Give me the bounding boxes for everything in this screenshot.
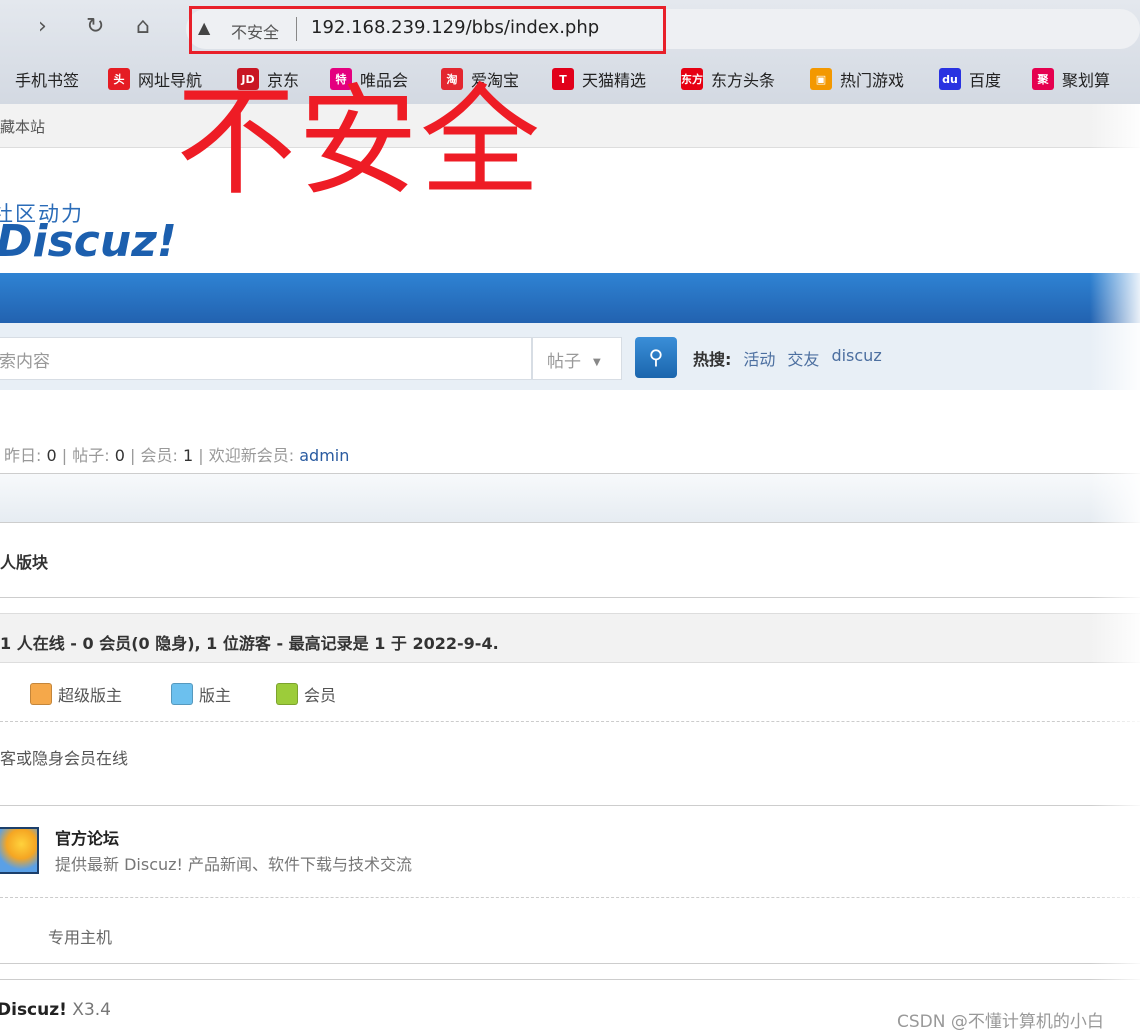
hao-icon: 头 xyxy=(108,68,130,90)
online-empty: 客或隐身会员在线 xyxy=(0,749,129,768)
divider xyxy=(0,522,1140,523)
forum-logo-icon[interactable] xyxy=(0,827,39,874)
footer-powered: Discuz! X3.4 xyxy=(0,1000,111,1020)
site-topbar xyxy=(0,104,1140,148)
bookmark-label: 热门游戏 xyxy=(840,71,905,90)
divider xyxy=(0,963,1140,964)
bookmark-label: 天猫精选 xyxy=(582,71,647,90)
bookmark-label: 手机书签 xyxy=(15,71,80,90)
bookmark-label: 聚划算 xyxy=(1062,71,1111,90)
juhuasuan-icon: 聚 xyxy=(1032,68,1054,90)
bookmark-label: 东方头条 xyxy=(711,71,776,90)
search-input[interactable]: 索内容 xyxy=(0,337,532,380)
forum-title[interactable]: 官方论坛 xyxy=(55,825,119,849)
bookmark-game[interactable]: ▣ 热门游戏 xyxy=(810,67,904,91)
search-button[interactable]: ⚲ xyxy=(635,337,677,378)
chevron-down-icon: ▼ xyxy=(593,356,601,368)
dftt-icon: 东方 xyxy=(681,68,703,90)
user-icon xyxy=(171,683,193,705)
edge-fade xyxy=(1090,104,1140,1036)
bookmark-juhuasuan[interactable]: 聚聚划算 xyxy=(1032,67,1110,91)
online-summary: 1 人在线 - 0 会员(0 隐身), 1 位游客 - 最高记录是 1 于 20… xyxy=(0,634,499,653)
forum-desc: 提供最新 Discuz! 产品新闻、软件下载与技术交流 xyxy=(55,855,413,874)
annotation-text: 不安全 xyxy=(176,73,542,212)
search-type-select[interactable]: 帖子 ▼ xyxy=(532,337,622,380)
divider xyxy=(0,721,1140,722)
bookmark-baidu[interactable]: du 百度 xyxy=(939,67,1001,91)
newest-member-link[interactable]: admin xyxy=(299,446,349,465)
bookmark-mobile[interactable]: 手机书签 xyxy=(15,67,79,91)
search-icon: ⚲ xyxy=(648,345,664,369)
hot-label: 热搜: xyxy=(693,350,732,369)
search-type-value: 帖子 xyxy=(547,352,581,372)
annotation-box xyxy=(189,6,666,54)
forum-link[interactable]: 专用主机 xyxy=(48,924,112,948)
bookmark-label: 百度 xyxy=(969,71,1002,90)
user-icon xyxy=(30,683,52,705)
category-title[interactable]: 人版块 xyxy=(0,549,48,573)
legend-member: 会员 xyxy=(276,682,336,706)
home-button[interactable]: ⌂ xyxy=(136,14,150,39)
watermark: CSDN @不懂计算机的小白 xyxy=(897,1012,1104,1032)
favorite-link[interactable]: 藏本站 xyxy=(0,116,45,137)
divider xyxy=(0,805,1140,806)
stat-value: 1 xyxy=(183,446,194,465)
legend-label: 版主 xyxy=(199,686,232,705)
logo[interactable]: Discuz! xyxy=(0,216,177,267)
divider xyxy=(0,597,1140,598)
divider xyxy=(0,897,1140,898)
stat-value: 0 xyxy=(114,446,125,465)
bookmark-dftt[interactable]: 东方 东方头条 xyxy=(681,67,775,91)
hot-search: 热搜: 活动 交友 discuz xyxy=(693,346,882,370)
legend-moderator: 版主 xyxy=(171,682,231,706)
hot-link[interactable]: discuz xyxy=(831,346,881,370)
stat-label: 昨日: xyxy=(4,446,42,465)
forward-button[interactable]: › xyxy=(38,14,47,39)
stat-label: 帖子: xyxy=(72,446,110,465)
footer-brand[interactable]: Discuz! xyxy=(0,1000,67,1020)
baidu-icon: du xyxy=(939,68,961,90)
legend-super-moderator: 超级版主 xyxy=(30,682,122,706)
tmall-icon: T xyxy=(552,68,574,90)
site-stats: 昨日: 0 | 帖子: 0 | 会员: 1 | 欢迎新会员: admin xyxy=(4,446,350,465)
hot-link[interactable]: 活动 xyxy=(743,346,775,370)
nav-bar xyxy=(0,273,1140,323)
bookmark-tmall[interactable]: T 天猫精选 xyxy=(552,67,646,91)
stat-label: 欢迎新会员: xyxy=(208,446,295,465)
legend-label: 会员 xyxy=(304,686,337,705)
legend-label: 超级版主 xyxy=(58,686,123,705)
user-icon xyxy=(276,683,298,705)
section-header xyxy=(0,474,1140,522)
hot-link[interactable]: 交友 xyxy=(787,346,819,370)
game-icon: ▣ xyxy=(810,68,832,90)
footer-version: X3.4 xyxy=(72,1000,111,1020)
reload-button[interactable]: ↻ xyxy=(86,14,104,39)
divider xyxy=(0,979,1140,980)
stat-label: 会员: xyxy=(140,446,178,465)
stat-value: 0 xyxy=(46,446,57,465)
